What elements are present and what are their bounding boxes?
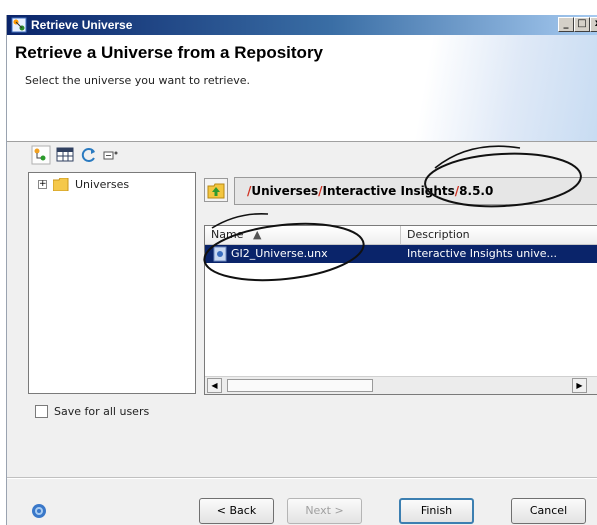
- universe-app-icon: [11, 17, 27, 33]
- help-icon[interactable]: [31, 503, 47, 519]
- finish-button[interactable]: Finish: [399, 498, 474, 524]
- sort-arrow-icon: ▲: [252, 228, 262, 241]
- maximize-button[interactable]: □: [574, 17, 590, 32]
- column-header-name[interactable]: Name ▲: [205, 226, 401, 244]
- title-bar[interactable]: Retrieve Universe _ □ x: [7, 15, 597, 35]
- row-description: Interactive Insights unive...: [407, 247, 558, 260]
- footer-divider: [7, 477, 597, 479]
- connection-icon[interactable]: [31, 145, 51, 165]
- tree-expand-toggle[interactable]: +: [38, 180, 47, 189]
- options-icon[interactable]: [101, 145, 121, 165]
- cancel-button[interactable]: Cancel: [511, 498, 586, 524]
- up-arrow-folder-icon: [207, 183, 225, 199]
- horizontal-scrollbar[interactable]: ◀ ▶: [205, 376, 597, 394]
- path-segment: Interactive Insights: [322, 184, 455, 198]
- scrollbar-thumb[interactable]: [227, 379, 373, 392]
- universe-tree[interactable]: + Universes: [28, 172, 196, 394]
- window-title: Retrieve Universe: [31, 18, 133, 32]
- save-for-all-users-label: Save for all users: [54, 405, 150, 418]
- back-button[interactable]: < Back: [199, 498, 274, 524]
- column-header-description-label: Description: [407, 228, 470, 241]
- column-header-description[interactable]: Description: [401, 226, 597, 244]
- column-header-name-label: Name: [211, 228, 244, 241]
- close-button[interactable]: x: [590, 17, 597, 32]
- table-icon[interactable]: [55, 145, 75, 165]
- retrieve-universe-dialog: Retrieve Universe _ □ x Retrieve a Unive…: [6, 15, 597, 525]
- save-for-all-users-checkbox[interactable]: [35, 405, 48, 418]
- path-segment: Universes: [251, 184, 319, 198]
- list-header: Name ▲ Description: [205, 226, 597, 245]
- refresh-icon[interactable]: [79, 145, 99, 165]
- parent-folder-button[interactable]: [204, 178, 228, 202]
- repository-path: /Universes/Interactive Insights/8.5.0: [234, 177, 597, 205]
- minimize-button[interactable]: _: [558, 17, 574, 32]
- table-row[interactable]: GI2_Universe.unx Interactive Insights un…: [205, 245, 597, 263]
- wizard-header: Retrieve a Universe from a Repository Se…: [7, 35, 597, 142]
- folder-icon: [53, 178, 69, 191]
- page-title: Retrieve a Universe from a Repository: [15, 43, 324, 62]
- universe-list[interactable]: Name ▲ Description GI2_Universe.unx Inte…: [204, 225, 597, 395]
- tree-item-universes[interactable]: Universes: [75, 178, 129, 191]
- next-button[interactable]: Next >: [287, 498, 362, 524]
- path-segment: 8.5.0: [459, 184, 494, 198]
- row-name: GI2_Universe.unx: [231, 247, 328, 260]
- scroll-right-arrow-icon[interactable]: ▶: [572, 378, 587, 393]
- universe-file-icon: [213, 246, 227, 262]
- scroll-left-arrow-icon[interactable]: ◀: [207, 378, 222, 393]
- page-subtitle: Select the universe you want to retrieve…: [25, 74, 251, 87]
